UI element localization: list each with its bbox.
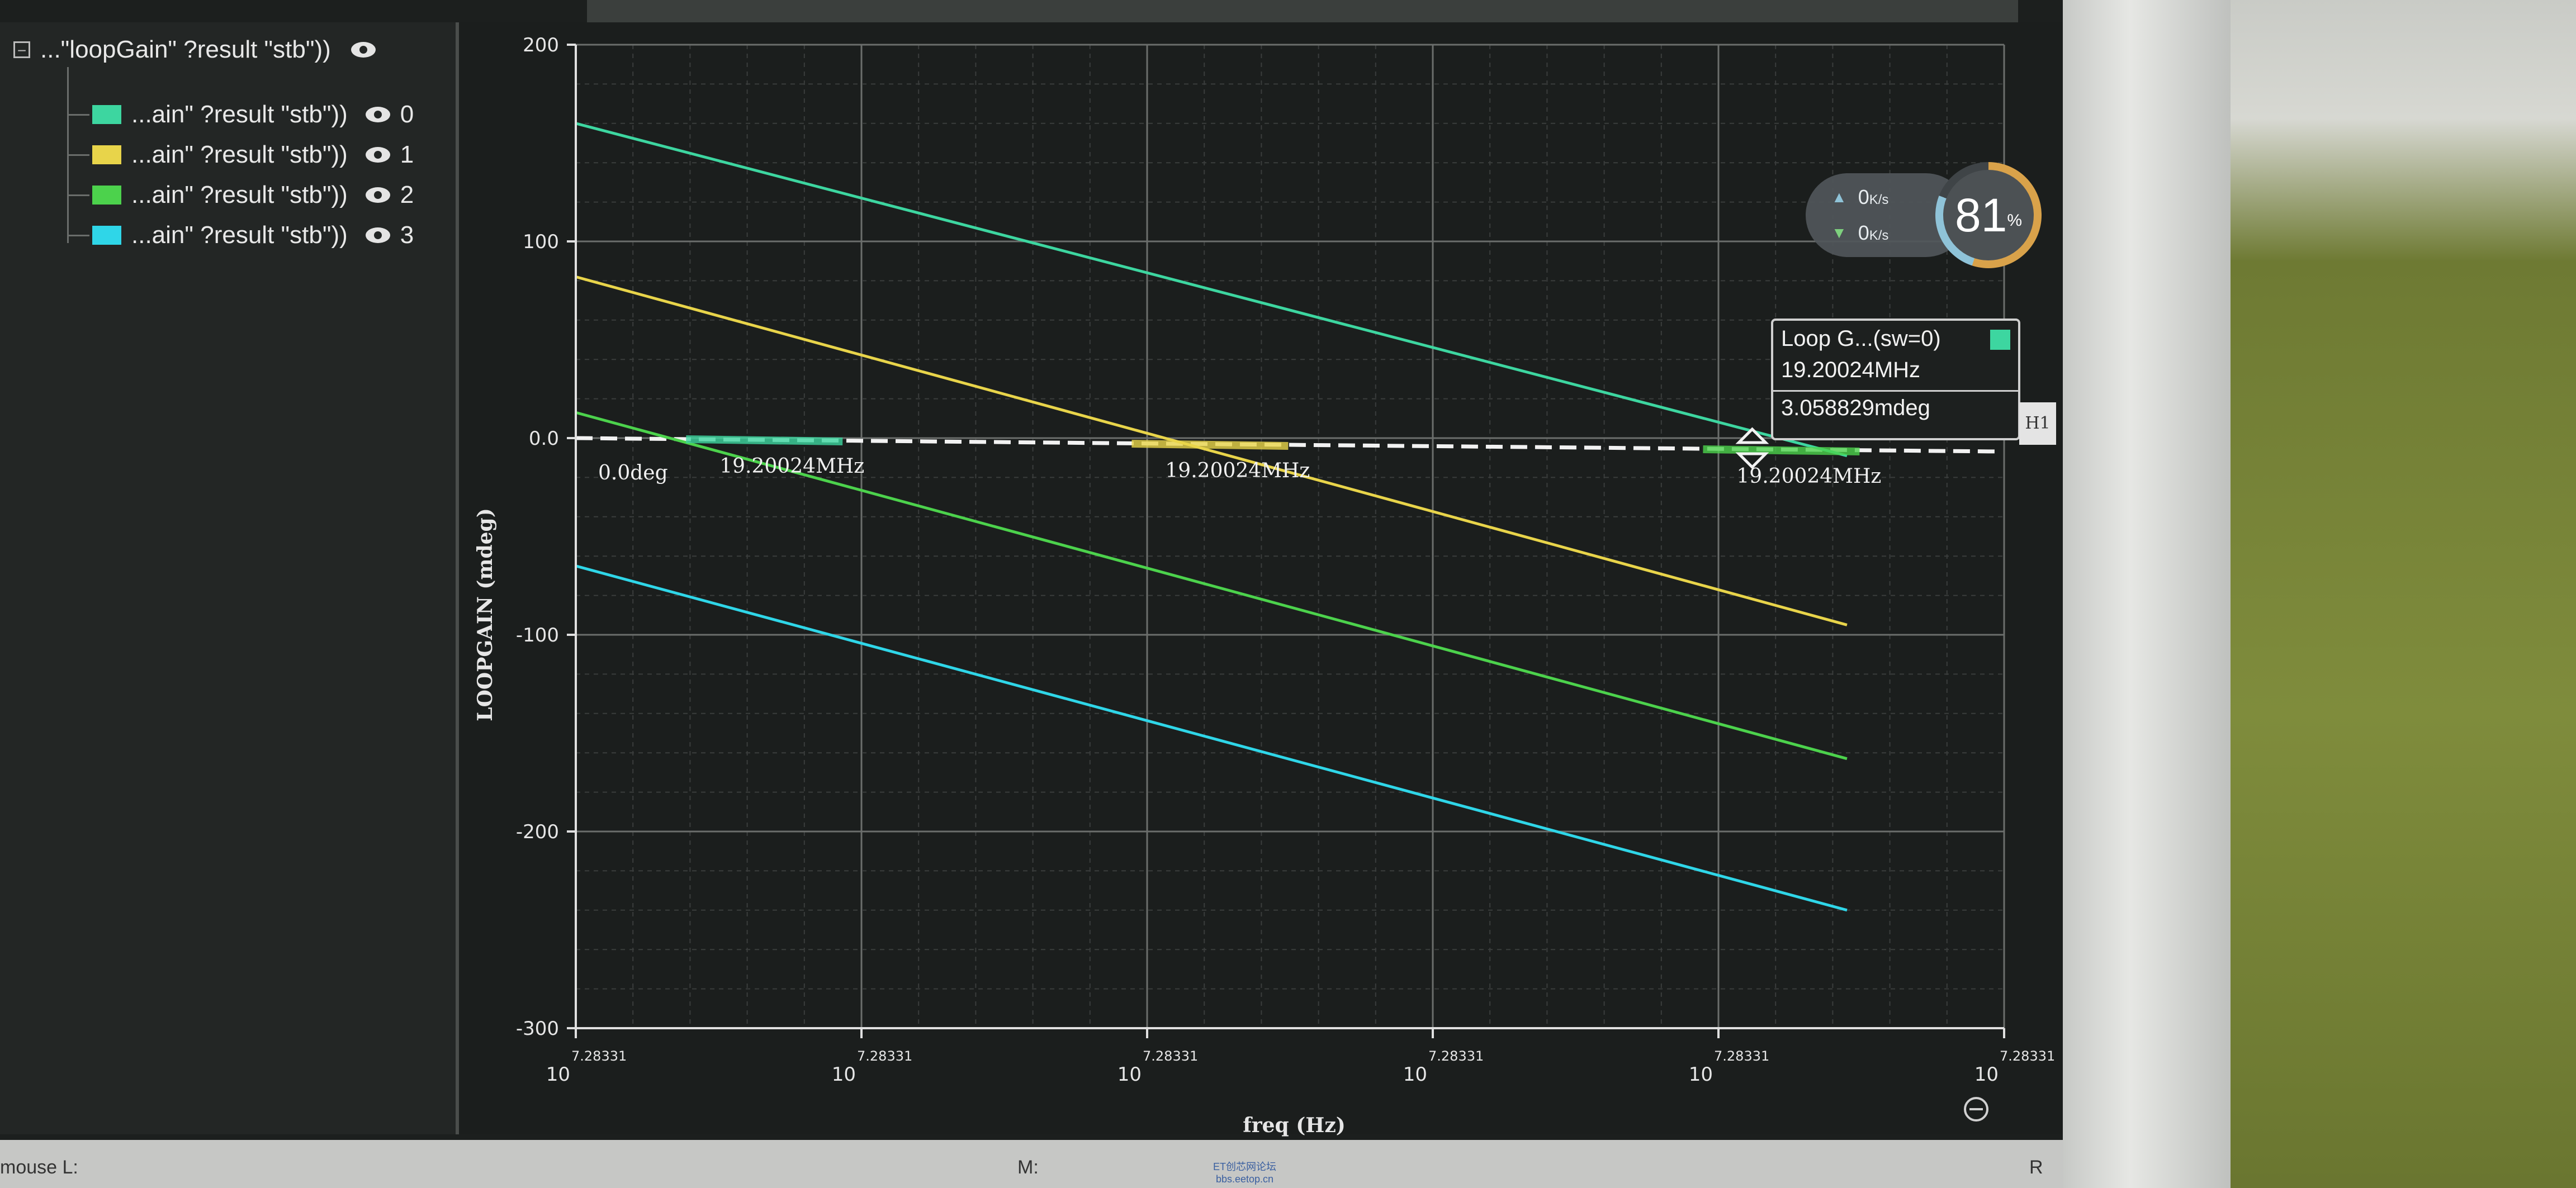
y-tick-label: -100: [516, 624, 559, 647]
upload-rate: ▲ 0K/s: [1831, 186, 1888, 209]
watermark-line2: bbs.eetop.cn: [1215, 1173, 1274, 1185]
zoom-icon[interactable]: [1964, 1097, 1988, 1122]
upload-value: 0: [1858, 186, 1869, 208]
y-tick-label: -300: [516, 1018, 559, 1040]
tooltip-divider: [1773, 390, 2018, 392]
status-bar: mouse L: M: R: [0, 1140, 2063, 1188]
download-rate: ▼ 0K/s: [1831, 221, 1888, 245]
status-mouse-left: mouse L:: [0, 1157, 78, 1178]
marker-label: 19.20024MHz: [1736, 465, 1881, 488]
x-tick-label: 10: [1117, 1063, 1142, 1086]
x-tick-label: 10: [1974, 1063, 1999, 1086]
tooltip-value: 3.058829mdeg: [1781, 396, 1930, 420]
download-value: 0: [1858, 221, 1869, 244]
marker-segment: [686, 435, 843, 445]
upload-arrow-icon: ▲: [1831, 188, 1847, 206]
x-tick-exponent: 7.28331: [857, 1048, 912, 1064]
y-tick-label: 200: [523, 34, 559, 56]
loopgain-chart[interactable]: 0.0deg 19.20024MHz 19.20024MHz 19.20024MHz…: [0, 0, 2063, 1140]
tooltip-swatch: [1990, 330, 2010, 350]
status-mouse-middle: M:: [1017, 1157, 1039, 1178]
x-axis-title: freq (Hz): [1243, 1114, 1346, 1137]
marker-segment: [1703, 445, 1860, 455]
y-tick-label: 100: [523, 231, 559, 253]
waveform-window: − ..."loopGain" ?result "stb")) ...ain" …: [0, 0, 2063, 1140]
y-axis-title: LOOPGAIN (mdeg): [473, 508, 497, 721]
download-unit: K/s: [1869, 228, 1889, 243]
y-tick-label: 0.0: [529, 427, 559, 450]
x-tick-exponent: 7.28331: [1714, 1048, 1769, 1064]
network-speed-widget: ▲ 0K/s ▼ 0K/s 81 %: [1806, 162, 2046, 268]
grid: [575, 44, 2005, 1029]
marker-label: 19.20024MHz: [1165, 459, 1310, 482]
cpu-percent: 81: [1954, 188, 2007, 241]
zero-line-label: 0.0deg: [598, 462, 668, 484]
x-tick-label: 10: [1403, 1063, 1427, 1086]
percent-sign: %: [2007, 211, 2023, 230]
x-tick-exponent: 7.28331: [1428, 1048, 1484, 1064]
upload-unit: K/s: [1869, 192, 1889, 207]
download-arrow-icon: ▼: [1831, 224, 1847, 241]
tooltip-title: Loop G...(sw=0): [1781, 326, 1941, 351]
watermark: ET创芯网论坛 bbs.eetop.cn: [1213, 1159, 1276, 1185]
plot-background: [576, 45, 2004, 1028]
status-mouse-right: R: [2029, 1157, 2043, 1178]
cpu-usage-ring: 81 %: [1935, 162, 2042, 268]
marker-label: 19.20024MHz: [719, 455, 864, 478]
x-tick-exponent: 7.28331: [1143, 1048, 1198, 1064]
marker-segment: [1131, 440, 1289, 450]
tooltip-freq: 19.20024MHz: [1781, 358, 1921, 382]
x-tick-label: 10: [832, 1063, 856, 1086]
x-tick-exponent: 7.28331: [571, 1048, 627, 1064]
monitor-bezel: [2063, 0, 2231, 1188]
h1-marker-tab[interactable]: H1: [2019, 402, 2056, 445]
watermark-line1: ET创芯网论坛: [1213, 1161, 1277, 1172]
x-tick-label: 10: [546, 1063, 570, 1086]
y-tick-label: -200: [516, 821, 559, 843]
x-tick-label: 10: [1689, 1063, 1713, 1086]
x-tick-exponent: 7.28331: [2000, 1048, 2055, 1064]
marker-tooltip: Loop G...(sw=0) 19.20024MHz 3.058829mdeg: [1771, 319, 2020, 440]
